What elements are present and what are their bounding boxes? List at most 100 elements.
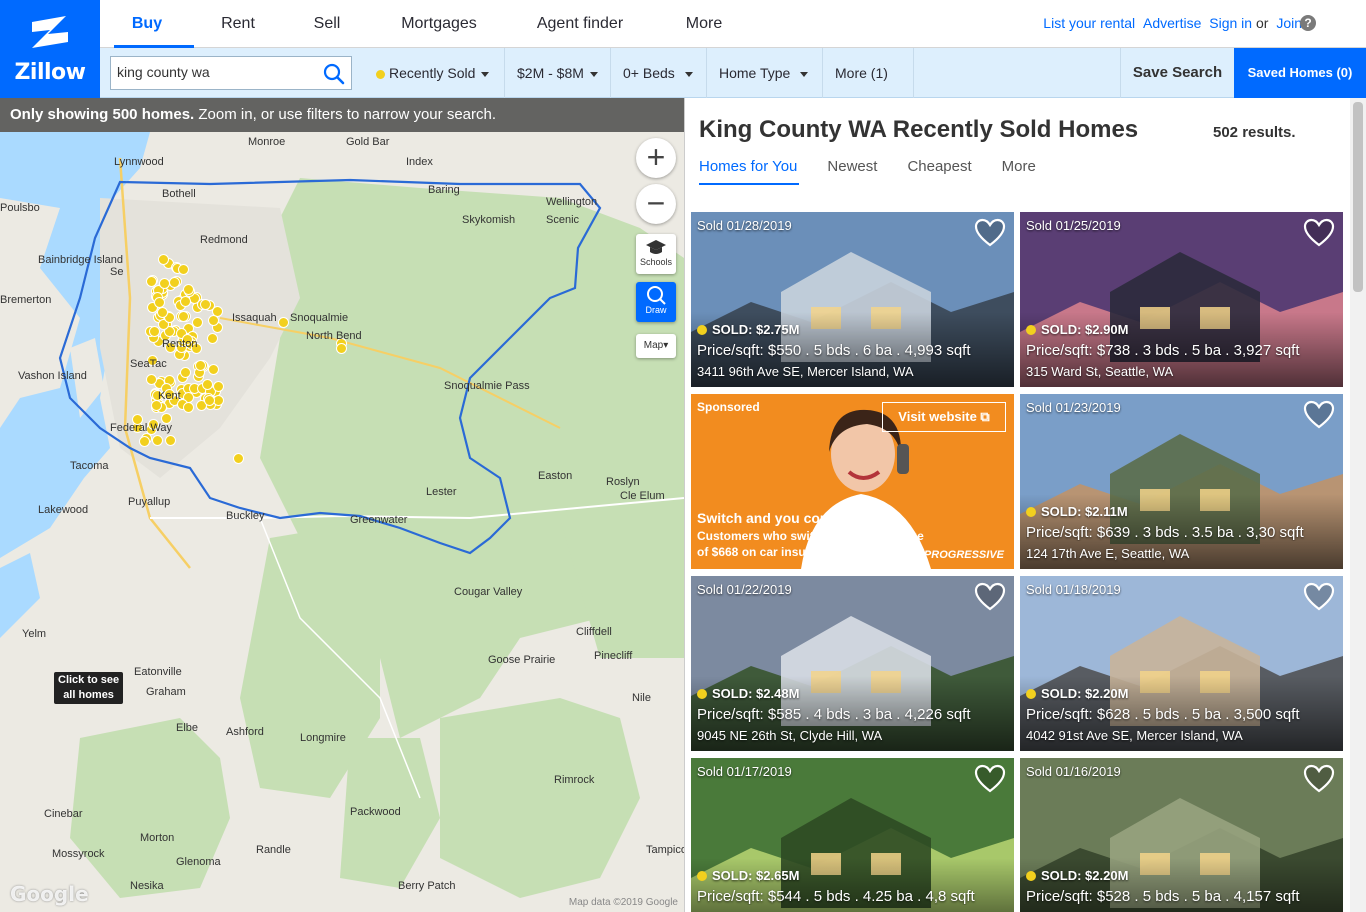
map-place-label: Vashon Island: [18, 370, 87, 382]
schools-button[interactable]: Schools: [636, 234, 676, 274]
listing-card[interactable]: Sold 01/23/2019 SOLD: $2.11M Price/sqft: $…: [1020, 394, 1343, 569]
visit-website-button[interactable]: Visit website ⧉: [882, 402, 1006, 432]
join-link[interactable]: Join: [1276, 15, 1302, 31]
or-text: or: [1255, 15, 1269, 31]
map-place-label: Redmond: [200, 234, 248, 246]
sold-date: Sold 01/25/2019: [1026, 218, 1121, 233]
map-attribution[interactable]: Map data ©2019 Google: [569, 897, 678, 908]
home-type-filter[interactable]: Home Type: [706, 48, 822, 98]
sold-price: SOLD: $2.20M: [1026, 868, 1128, 883]
map-place-label: Tacoma: [70, 460, 109, 472]
save-search-button[interactable]: Save Search: [1120, 48, 1234, 98]
panel-scrollbar[interactable]: [1350, 98, 1366, 912]
sold-home-marker[interactable]: [157, 254, 169, 266]
sold-home-marker[interactable]: [204, 394, 216, 406]
sponsored-ad-card[interactable]: Sponsored Visit website ⧉ Switch and you…: [691, 394, 1014, 569]
listing-card[interactable]: Sold 01/22/2019 SOLD: $2.48M Price/sqft: $…: [691, 576, 1014, 751]
list-rental-link[interactable]: List your rental: [1043, 15, 1135, 31]
map-place-label: Se: [110, 266, 124, 278]
sold-price: SOLD: $2.90M: [1026, 322, 1128, 337]
caret-down-icon: [481, 71, 490, 77]
search-box: [110, 56, 352, 90]
map-place-label: Rimrock: [554, 774, 595, 786]
nav-more[interactable]: More: [654, 0, 754, 48]
tab-homes-for-you[interactable]: Homes for You: [699, 158, 800, 185]
map-place-label: Wellington: [546, 196, 598, 208]
map-place-label: Berry Patch: [398, 880, 456, 892]
zoom-in-button[interactable]: +: [636, 138, 676, 178]
sold-home-marker[interactable]: [168, 276, 180, 288]
search-icon[interactable]: [323, 63, 345, 85]
sold-home-marker[interactable]: [207, 332, 219, 344]
tab-more[interactable]: More: [1002, 158, 1036, 185]
map-banner-bold: Only showing 500 homes.: [10, 106, 195, 123]
zillow-logo[interactable]: Zillow: [0, 0, 100, 98]
click-to-see-all-homes[interactable]: Click to see all homes: [54, 672, 124, 704]
sold-home-marker[interactable]: [195, 359, 207, 371]
graduation-cap-icon: [646, 240, 666, 254]
nav-sell[interactable]: Sell: [282, 0, 372, 48]
listing-card[interactable]: Sold 01/18/2019 SOLD: $2.20M Price/sqft: $…: [1020, 576, 1343, 751]
search-input[interactable]: [117, 64, 317, 80]
zoom-out-button[interactable]: −: [636, 184, 676, 224]
sign-in-link[interactable]: Sign in: [1209, 15, 1252, 31]
listing-card[interactable]: Sold 01/28/2019 SOLD: $2.75M Price/sqft: $…: [691, 212, 1014, 387]
draw-button[interactable]: Draw: [636, 282, 676, 322]
map-place-label: Scenic: [546, 214, 580, 226]
more-filter[interactable]: More (1): [822, 48, 914, 127]
sold-date: Sold 01/16/2019: [1026, 764, 1121, 779]
sold-home-marker[interactable]: [178, 263, 190, 275]
map-place-label: Renton: [162, 338, 198, 350]
heart-icon[interactable]: [1303, 582, 1335, 612]
map-place-label: Bothell: [162, 188, 196, 200]
external-link-icon: ⧉: [980, 409, 990, 424]
sold-home-marker[interactable]: [164, 435, 176, 447]
sold-home-marker[interactable]: [158, 278, 170, 290]
schools-label: Schools: [639, 257, 673, 267]
sold-home-marker[interactable]: [145, 373, 157, 385]
tab-cheapest[interactable]: Cheapest: [907, 158, 971, 185]
listing-card[interactable]: Sold 01/16/2019 SOLD: $2.20M Price/sqft: $…: [1020, 758, 1343, 912]
map-type-button[interactable]: Map▾: [636, 334, 676, 358]
heart-icon[interactable]: [974, 218, 1006, 248]
price-filter[interactable]: $2M - $8M: [504, 48, 610, 98]
map-canvas[interactable]: [0, 98, 684, 912]
nav-agent-finder[interactable]: Agent finder: [506, 0, 654, 48]
map-place-label: Yelm: [22, 628, 47, 640]
caret-down-icon: [684, 71, 693, 77]
heart-icon[interactable]: [1303, 218, 1335, 248]
map-place-label: Roslyn: [606, 476, 640, 488]
caret-down-icon: [800, 71, 809, 77]
ad-subtext: Customers who switch save an average of …: [697, 529, 924, 559]
heart-icon[interactable]: [1303, 400, 1335, 430]
map-place-label: North Bend: [306, 330, 362, 342]
saved-homes-button[interactable]: Saved Homes (0): [1234, 48, 1366, 98]
nav-mortgages[interactable]: Mortgages: [372, 0, 506, 48]
nav-buy[interactable]: Buy: [100, 0, 194, 48]
progressive-logo: PROGRESSIVE: [923, 549, 1004, 561]
heart-icon[interactable]: [974, 764, 1006, 794]
advertise-link[interactable]: Advertise: [1143, 15, 1201, 31]
beds-filter[interactable]: 0+ Beds: [610, 48, 706, 98]
nav-rent[interactable]: Rent: [194, 0, 282, 48]
sold-price: SOLD: $2.20M: [1026, 686, 1128, 701]
map-place-label: Eatonville: [134, 666, 182, 678]
listing-card[interactable]: Sold 01/25/2019 SOLD: $2.90M Price/sqft: $…: [1020, 212, 1343, 387]
help-icon[interactable]: ?: [1300, 15, 1316, 31]
google-logo: Google: [10, 882, 89, 906]
sold-home-marker[interactable]: [201, 378, 213, 390]
sold-home-marker[interactable]: [207, 314, 219, 326]
listing-card[interactable]: Sold 01/17/2019 SOLD: $2.65M Price/sqft: $…: [691, 758, 1014, 912]
listing-address: 4042 91st Ave SE, Mercer Island, WA: [1026, 728, 1243, 743]
heart-icon[interactable]: [974, 582, 1006, 612]
heart-icon[interactable]: [1303, 764, 1335, 794]
map-view[interactable]: Lynnwood Monroe Gold Bar Index Bothell Baring…: [0, 98, 684, 912]
scrollbar-thumb[interactable]: [1353, 102, 1363, 292]
sold-home-marker[interactable]: [183, 401, 195, 413]
map-place-label: Gold Bar: [346, 136, 390, 148]
listing-facts: Price/sqft: $528 . 5 bds . 5 ba . 4,157 …: [1026, 888, 1300, 905]
listing-facts: Price/sqft: $544 . 5 bds . 4.25 ba . 4,8…: [697, 888, 975, 905]
tab-newest[interactable]: Newest: [827, 158, 877, 185]
sold-home-marker[interactable]: [232, 452, 244, 464]
status-filter[interactable]: Recently Sold: [364, 48, 501, 98]
